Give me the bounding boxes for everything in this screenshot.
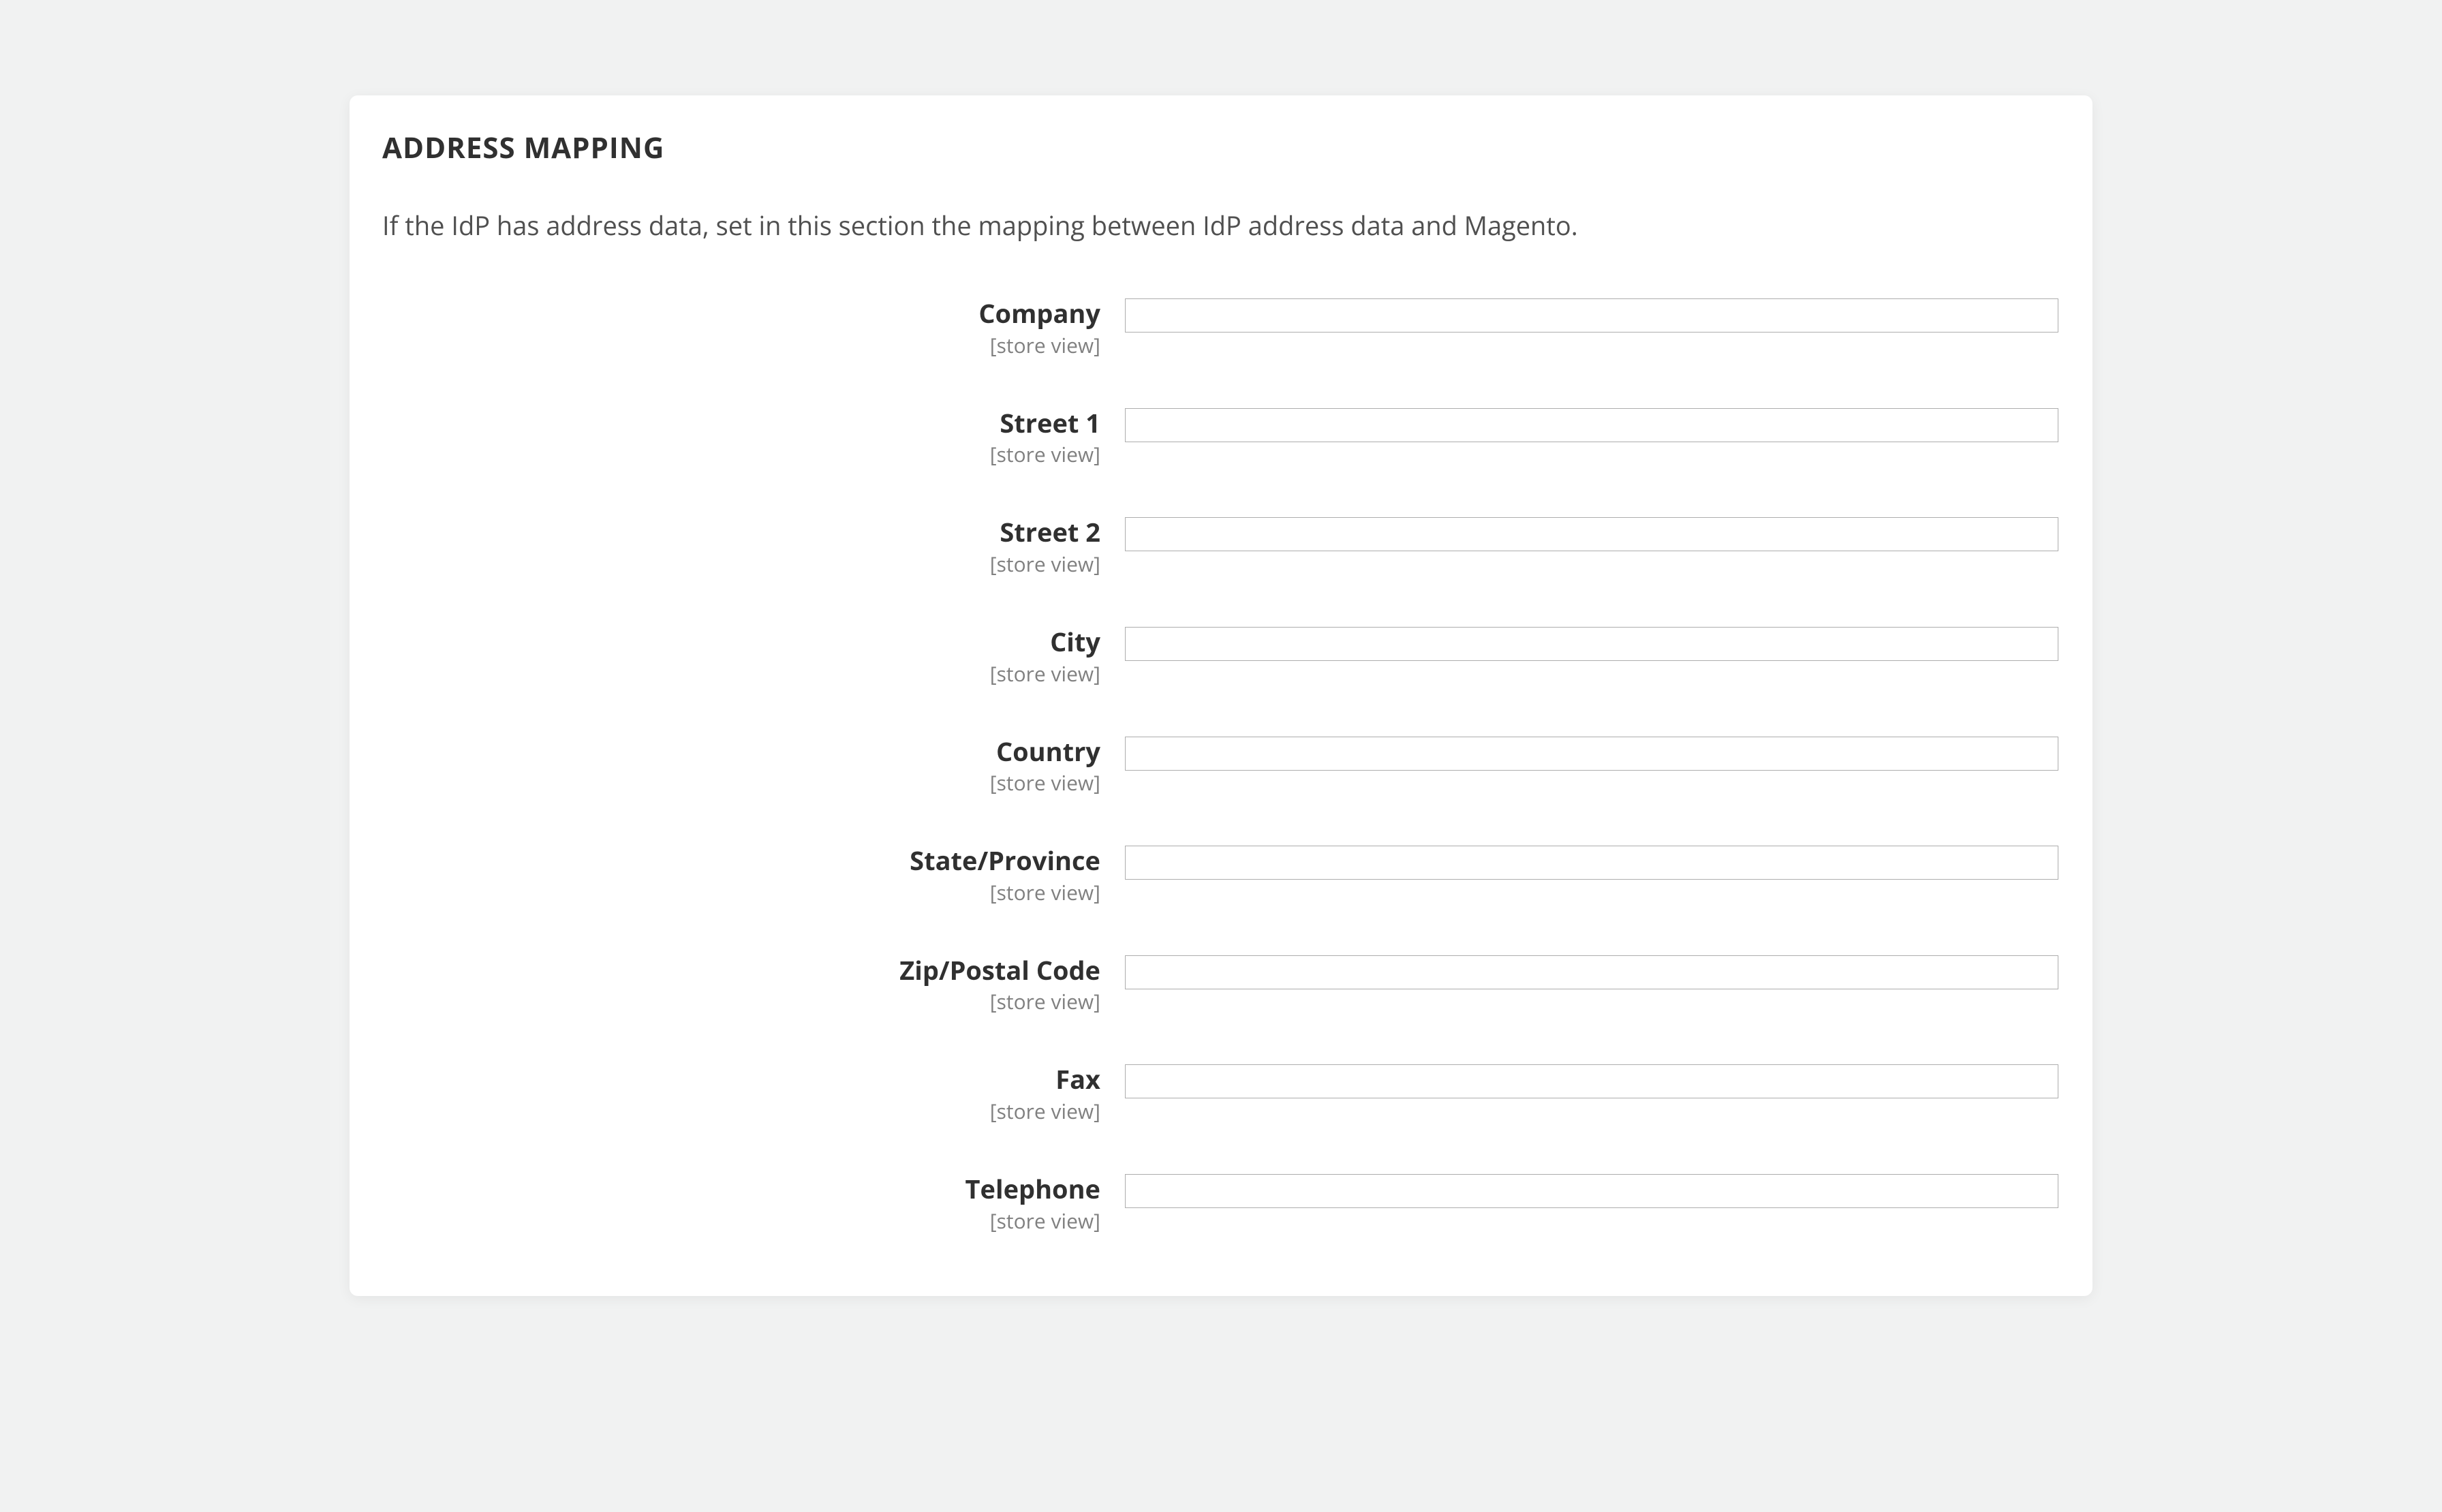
street2-input[interactable] — [1125, 517, 2058, 551]
street2-label: Street 2 — [382, 517, 1100, 549]
zip-postal-label: Zip/Postal Code — [382, 955, 1100, 987]
form-row-street1: Street 1 [store view] — [382, 408, 2060, 469]
form-row-fax: Fax [store view] — [382, 1064, 2060, 1125]
input-column — [1125, 408, 2058, 442]
city-input[interactable] — [1125, 627, 2058, 661]
input-column — [1125, 955, 2058, 989]
label-column: Country [store view] — [382, 737, 1125, 797]
fax-input[interactable] — [1125, 1064, 2058, 1098]
input-column — [1125, 627, 2058, 661]
state-province-input[interactable] — [1125, 846, 2058, 880]
form-row-country: Country [store view] — [382, 737, 2060, 797]
city-label: City — [382, 627, 1100, 658]
telephone-label: Telephone — [382, 1174, 1100, 1205]
input-column — [1125, 298, 2058, 333]
fax-label: Fax — [382, 1064, 1100, 1096]
label-column: Company [store view] — [382, 298, 1125, 359]
company-label: Company — [382, 298, 1100, 330]
input-column — [1125, 846, 2058, 880]
state-province-label: State/Province — [382, 846, 1100, 877]
telephone-input[interactable] — [1125, 1174, 2058, 1208]
address-mapping-panel: ADDRESS MAPPING If the IdP has address d… — [350, 95, 2092, 1296]
label-column: Telephone [store view] — [382, 1174, 1125, 1235]
zip-postal-input[interactable] — [1125, 955, 2058, 989]
state-province-scope: [store view] — [382, 878, 1100, 906]
country-label: Country — [382, 737, 1100, 768]
company-scope: [store view] — [382, 331, 1100, 359]
fax-scope: [store view] — [382, 1097, 1100, 1125]
zip-postal-scope: [store view] — [382, 987, 1100, 1015]
label-column: Fax [store view] — [382, 1064, 1125, 1125]
country-scope: [store view] — [382, 769, 1100, 797]
form-row-street2: Street 2 [store view] — [382, 517, 2060, 578]
city-scope: [store view] — [382, 660, 1100, 688]
form-row-zip-postal: Zip/Postal Code [store view] — [382, 955, 2060, 1016]
telephone-scope: [store view] — [382, 1207, 1100, 1235]
country-input[interactable] — [1125, 737, 2058, 771]
input-column — [1125, 1064, 2058, 1098]
street2-scope: [store view] — [382, 550, 1100, 578]
street1-label: Street 1 — [382, 408, 1100, 439]
input-column — [1125, 737, 2058, 771]
input-column — [1125, 1174, 2058, 1208]
form-row-telephone: Telephone [store view] — [382, 1174, 2060, 1235]
form-row-city: City [store view] — [382, 627, 2060, 688]
label-column: Street 1 [store view] — [382, 408, 1125, 469]
label-column: Street 2 [store view] — [382, 517, 1125, 578]
company-input[interactable] — [1125, 298, 2058, 333]
label-column: City [store view] — [382, 627, 1125, 688]
label-column: Zip/Postal Code [store view] — [382, 955, 1125, 1016]
form-row-state-province: State/Province [store view] — [382, 846, 2060, 906]
label-column: State/Province [store view] — [382, 846, 1125, 906]
section-description: If the IdP has address data, set in this… — [382, 208, 2060, 244]
section-title: ADDRESS MAPPING — [382, 128, 2060, 167]
street1-scope: [store view] — [382, 440, 1100, 468]
street1-input[interactable] — [1125, 408, 2058, 442]
form-row-company: Company [store view] — [382, 298, 2060, 359]
input-column — [1125, 517, 2058, 551]
